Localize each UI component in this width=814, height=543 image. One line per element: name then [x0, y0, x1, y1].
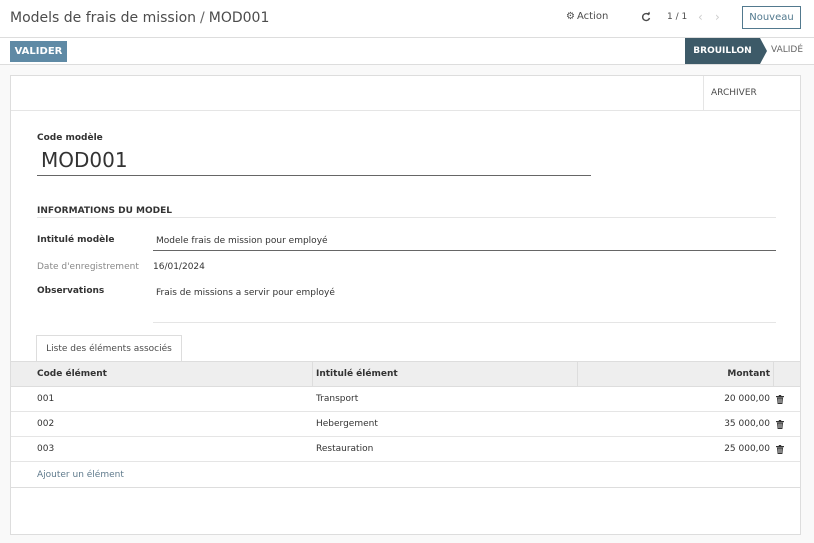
column-divider: [312, 362, 313, 386]
column-divider: [577, 362, 578, 386]
breadcrumb-parent-link[interactable]: Models de frais de mission: [10, 10, 196, 26]
code-label: Code modèle: [37, 133, 103, 143]
date-label: Date d'enregistrement: [37, 262, 139, 272]
tab-elements[interactable]: Liste des éléments associés: [36, 335, 182, 362]
action-label: Action: [576, 11, 609, 22]
breadcrumb: Models de frais de mission / MOD001: [10, 10, 269, 26]
group-divider: [37, 217, 776, 218]
intitule-field[interactable]: Modele frais de mission pour employé: [153, 233, 776, 251]
observations-field[interactable]: Frais de missions a servir pour employé: [153, 283, 776, 323]
stage-arrow: [760, 38, 767, 64]
cell-montant: 25 000,00: [724, 444, 770, 454]
gear-icon: ⚙: [566, 11, 575, 22]
cell-intitule: Transport: [316, 394, 359, 404]
trash-icon[interactable]: [776, 395, 784, 404]
control-panel: Models de frais de mission / MOD001 ⚙ Actio…: [0, 0, 814, 37]
new-button[interactable]: Nouveau: [742, 6, 801, 29]
cell-code: 002: [37, 419, 55, 429]
cell-code: 003: [37, 444, 55, 454]
code-field[interactable]: MOD001: [37, 146, 591, 176]
table-row[interactable]: 001 Transport 20 000,00: [11, 387, 800, 412]
cell-intitule: Restauration: [316, 444, 374, 454]
reload-icon[interactable]: [641, 11, 651, 23]
pager-value[interactable]: 1 / 1: [667, 12, 687, 22]
stage-validated[interactable]: VALIDÉ: [771, 45, 803, 55]
trash-icon[interactable]: [776, 420, 784, 429]
table-header: Code élément Intitulé élément Montant: [11, 361, 800, 387]
column-divider: [773, 362, 774, 386]
observations-label: Observations: [37, 286, 105, 296]
form-sheet: ARCHIVER Code modèle MOD001 INFORMATIONS…: [10, 75, 801, 535]
cell-montant: 35 000,00: [724, 419, 770, 429]
intitule-label: Intitulé modèle: [37, 235, 115, 245]
stage-draft[interactable]: BROUILLON: [685, 38, 760, 64]
breadcrumb-current: MOD001: [208, 10, 270, 26]
elements-table: Code élément Intitulé élément Montant 00…: [11, 361, 800, 488]
group-title: INFORMATIONS DU MODEL: [37, 206, 172, 216]
table-row[interactable]: 003 Restauration 25 000,00: [11, 437, 800, 462]
date-value: 16/01/2024: [153, 262, 205, 272]
trash-icon[interactable]: [776, 445, 784, 454]
column-header-code[interactable]: Code élément: [37, 362, 107, 386]
cell-intitule: Hebergement: [316, 419, 378, 429]
validate-button[interactable]: VALIDER: [10, 41, 67, 62]
column-header-intitule[interactable]: Intitulé élément: [316, 362, 398, 386]
column-header-montant[interactable]: Montant: [727, 362, 770, 386]
chevron-right-icon[interactable]: ›: [715, 10, 720, 24]
button-box: ARCHIVER: [11, 76, 800, 111]
add-row: Ajouter un élément: [11, 462, 800, 488]
table-row[interactable]: 002 Hebergement 35 000,00: [11, 412, 800, 437]
breadcrumb-separator: /: [200, 10, 205, 26]
add-element-link[interactable]: Ajouter un élément: [37, 462, 124, 488]
cell-montant: 20 000,00: [724, 394, 770, 404]
archive-button[interactable]: ARCHIVER: [703, 76, 800, 110]
chevron-left-icon[interactable]: ‹: [698, 10, 703, 24]
status-bar: VALIDER BROUILLON VALIDÉ: [0, 37, 814, 65]
cell-code: 001: [37, 394, 55, 404]
action-dropdown-button[interactable]: ⚙ Action: [566, 11, 608, 22]
